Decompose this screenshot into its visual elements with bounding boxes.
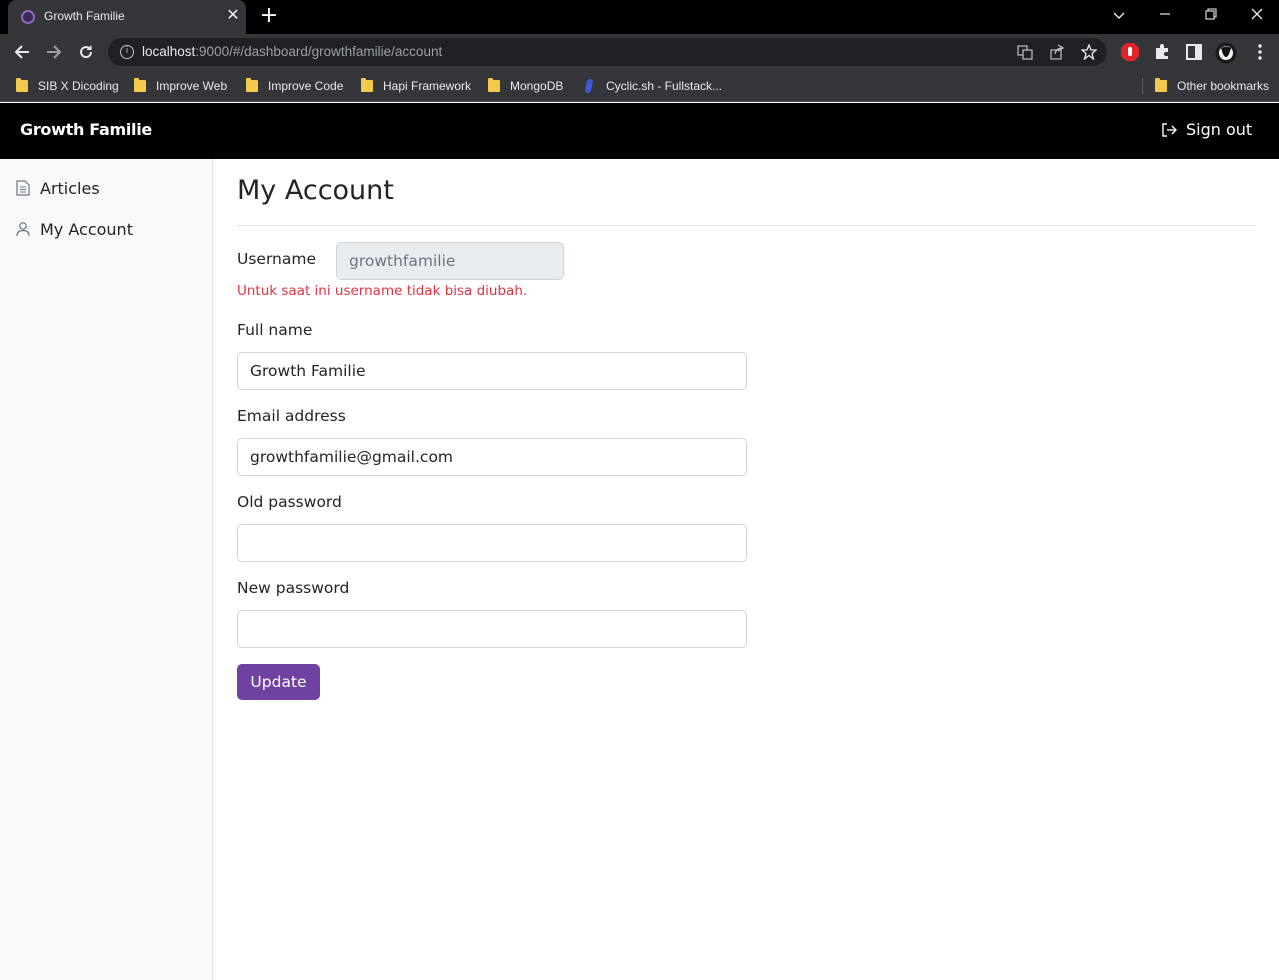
folder-icon	[361, 78, 373, 92]
bookmark-item[interactable]: Improve Code	[246, 76, 343, 96]
back-icon[interactable]	[11, 41, 33, 63]
cyclic-icon	[584, 79, 594, 93]
minimize-icon[interactable]	[1153, 4, 1177, 28]
bookmark-item[interactable]: Cyclic.sh - Fullstack...	[584, 76, 722, 96]
side-panel-icon[interactable]	[1184, 42, 1204, 62]
browser-tab[interactable]: Growth Familie ✕	[8, 0, 246, 34]
page-title: My Account	[237, 175, 394, 206]
close-window-icon[interactable]	[1245, 4, 1269, 28]
bookmarks-divider	[1142, 78, 1143, 94]
old-password-label: Old password	[237, 493, 342, 511]
new-password-label: New password	[237, 579, 350, 597]
bookmark-item[interactable]: Improve Web	[134, 76, 227, 96]
folder-icon	[134, 78, 146, 92]
extensions-puzzle-icon[interactable]	[1152, 42, 1172, 62]
folder-icon	[16, 78, 28, 92]
app-header: Growth Familie Sign out	[0, 103, 1279, 159]
bookmark-item[interactable]: SIB X Dicoding	[16, 76, 119, 96]
bookmarks-bar: SIB X Dicoding Improve Web Improve Code …	[0, 70, 1279, 102]
username-hint: Untuk saat ini username tidak bisa diuba…	[237, 283, 528, 299]
other-bookmarks[interactable]: Other bookmarks	[1155, 76, 1269, 96]
email-field[interactable]	[237, 438, 747, 476]
bookmark-star-icon[interactable]	[1080, 43, 1098, 61]
site-info-icon[interactable]: i	[120, 45, 134, 59]
title-divider	[237, 225, 1256, 226]
bookmark-item[interactable]: Hapi Framework	[361, 76, 471, 96]
brand-logo[interactable]: Growth Familie	[20, 120, 152, 139]
browser-tab-bar: Growth Familie ✕ +	[0, 0, 1279, 34]
new-password-field[interactable]	[237, 610, 747, 648]
sidebar-item-articles[interactable]: Articles	[16, 176, 100, 200]
old-password-field[interactable]	[237, 524, 747, 562]
address-bar[interactable]: i localhost:9000/#/dashboard/growthfamil…	[108, 38, 1107, 66]
folder-icon	[1155, 78, 1167, 92]
profile-avatar-icon[interactable]	[1215, 42, 1237, 64]
bookmark-item[interactable]: MongoDB	[488, 76, 563, 96]
favicon-icon	[21, 10, 35, 24]
reload-icon[interactable]	[75, 41, 97, 63]
folder-icon	[246, 78, 258, 92]
translate-icon[interactable]	[1017, 44, 1033, 60]
sign-out-button[interactable]: Sign out	[1161, 120, 1252, 139]
restore-icon[interactable]	[1199, 4, 1223, 28]
tab-search-icon[interactable]	[1107, 4, 1131, 28]
file-text-icon	[16, 180, 30, 196]
share-icon[interactable]	[1049, 44, 1065, 60]
fullname-label: Full name	[237, 321, 313, 339]
sidebar-item-label: My Account	[40, 219, 133, 239]
username-field[interactable]	[336, 242, 564, 280]
adblock-extension-icon[interactable]	[1120, 42, 1140, 62]
sidebar-item-label: Articles	[40, 178, 100, 198]
sidebar-item-my-account[interactable]: My Account	[16, 217, 133, 241]
browser-menu-icon[interactable]	[1250, 42, 1270, 62]
folder-icon	[488, 78, 500, 92]
url-text: localhost:9000/#/dashboard/growthfamilie…	[142, 44, 443, 59]
email-label: Email address	[237, 407, 346, 425]
forward-icon[interactable]	[43, 41, 65, 63]
tab-title: Growth Familie	[44, 9, 125, 23]
update-button[interactable]: Update	[237, 664, 320, 700]
new-tab-button[interactable]: +	[258, 5, 280, 27]
person-icon	[16, 222, 30, 237]
browser-toolbar: i localhost:9000/#/dashboard/growthfamil…	[0, 34, 1279, 70]
username-label: Username	[237, 250, 317, 268]
fullname-field[interactable]	[237, 352, 747, 390]
sidebar: Articles My Account	[0, 159, 213, 980]
close-tab-icon[interactable]: ✕	[224, 6, 242, 24]
sign-out-icon	[1162, 122, 1177, 137]
